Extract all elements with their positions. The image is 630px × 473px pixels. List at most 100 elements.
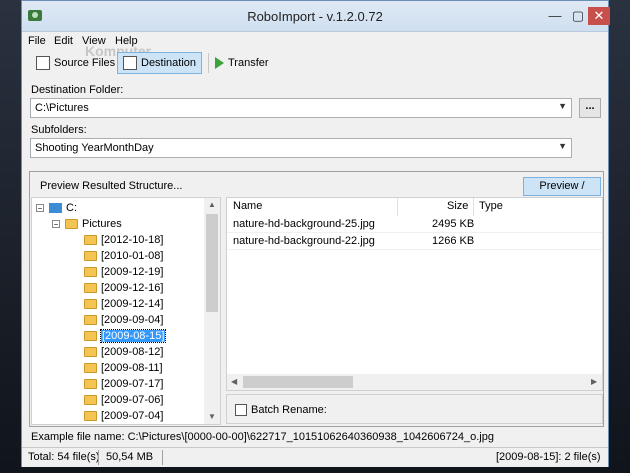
toolbar: Source Files Destination Transfer: [22, 50, 608, 76]
preview-title: Preview Resulted Structure...: [40, 180, 183, 192]
tree-folder-node[interactable]: [2009-07-17]: [84, 376, 163, 391]
transfer-button[interactable]: Transfer: [210, 52, 274, 74]
drive-label: C:: [66, 201, 77, 214]
tree-folder-label: [2009-12-14]: [101, 297, 164, 310]
tree-folder-node[interactable]: [2009-12-16]: [84, 280, 163, 295]
tree-folder-node[interactable]: [2009-12-14]: [84, 296, 163, 311]
status-total-files: Total: 54 file(s): [28, 451, 100, 463]
status-divider: [162, 450, 163, 465]
column-header-name[interactable]: Name: [233, 200, 262, 212]
folder-icon: [84, 250, 97, 261]
folder-icon: [84, 282, 97, 293]
collapse-icon[interactable]: −: [52, 219, 60, 228]
source-files-icon: [36, 56, 50, 70]
folder-icon: [84, 266, 97, 277]
preview-zoom-button[interactable]: Preview / 100%: [523, 177, 601, 209]
column-divider[interactable]: [397, 198, 398, 216]
folder-icon: [84, 346, 97, 357]
folder-icon: [84, 298, 97, 309]
tree-folder-label: [2009-09-04]: [101, 313, 164, 326]
folder-icon: [65, 218, 78, 229]
destination-folder-combo[interactable]: C:\Pictures ▼: [30, 98, 572, 118]
folder-icon: [84, 378, 97, 389]
chevron-down-icon: ▼: [558, 101, 567, 111]
close-button[interactable]: ✕: [588, 7, 610, 25]
tree-folder-node[interactable]: [2009-08-15]: [84, 328, 167, 343]
tree-folder-label: [2009-07-17]: [101, 377, 164, 390]
maximize-button[interactable]: ▢: [567, 7, 589, 25]
destination-button[interactable]: Destination: [117, 52, 203, 74]
drive-icon: [49, 202, 62, 213]
destination-icon: [123, 56, 137, 70]
toolbar-separator: [208, 53, 209, 73]
tree-folder-label: [2009-07-06]: [101, 393, 164, 406]
destination-folder-value: C:\Pictures: [35, 102, 89, 114]
file-name: nature-hd-background-25.jpg: [233, 218, 375, 230]
folder-icon: [84, 410, 97, 421]
tree-folder-node[interactable]: [2009-12-19]: [84, 264, 163, 279]
scroll-right-icon[interactable]: ▶: [591, 377, 597, 386]
tree-drive-node[interactable]: − C:: [36, 200, 77, 215]
tree-folder-node[interactable]: [2009-07-06]: [84, 392, 163, 407]
folder-icon: [84, 362, 97, 373]
tree-pictures-node[interactable]: − Pictures: [52, 216, 122, 231]
preview-panel: Preview Resulted Structure... Preview / …: [29, 171, 604, 427]
column-divider[interactable]: [473, 198, 474, 216]
file-list-hscrollbar[interactable]: ◀ ▶: [227, 374, 602, 390]
menu-edit[interactable]: Edit: [54, 35, 73, 47]
tree-folder-label: [2010-01-08]: [101, 249, 164, 262]
scroll-thumb[interactable]: [243, 376, 353, 388]
batch-rename-checkbox[interactable]: [235, 404, 247, 416]
collapse-icon[interactable]: −: [36, 203, 44, 212]
file-size: 1266 KB: [432, 235, 475, 247]
scroll-left-icon[interactable]: ◀: [231, 377, 237, 386]
tree-folder-node[interactable]: [2009-08-12]: [84, 344, 163, 359]
file-row[interactable]: nature-hd-background-22.jpg 1266 KB: [227, 233, 602, 250]
app-window: RoboImport - v.1.2.0.72 — ▢ ✕ File Edit …: [21, 0, 610, 467]
file-size: 2495 KB: [432, 218, 475, 230]
subfolders-label: Subfolders:: [31, 124, 87, 136]
column-header-size[interactable]: Size: [447, 200, 468, 212]
tree-folder-label: Pictures: [82, 217, 122, 230]
destination-folder-label: Destination Folder:: [31, 84, 124, 96]
scroll-thumb[interactable]: [206, 214, 218, 312]
scroll-down-icon[interactable]: ▼: [208, 412, 216, 421]
source-files-button[interactable]: Source Files: [31, 52, 120, 74]
file-name: nature-hd-background-22.jpg: [233, 235, 375, 247]
menu-file[interactable]: File: [28, 35, 46, 47]
tree-folder-node[interactable]: [2009-08-11]: [84, 360, 163, 375]
transfer-label: Transfer: [228, 57, 269, 69]
tree-folder-label: [2012-10-18]: [101, 233, 164, 246]
tree-folder-label: [2009-08-15]: [99, 328, 167, 343]
batch-rename-label: Batch Rename:: [251, 404, 327, 416]
column-header-type[interactable]: Type: [479, 200, 503, 212]
folder-icon: [84, 234, 97, 245]
source-files-label: Source Files: [54, 57, 116, 69]
batch-rename-bar: Batch Rename:: [226, 394, 603, 424]
tree-folder-node[interactable]: [2012-10-18]: [84, 232, 163, 247]
subfolders-value: Shooting YearMonthDay: [35, 142, 154, 154]
scroll-up-icon[interactable]: ▲: [208, 200, 216, 209]
tree-folder-node[interactable]: [2009-07-04]: [84, 408, 163, 423]
chevron-down-icon: ▼: [558, 141, 567, 151]
status-bar: Total: 54 file(s) 50,54 MB [2009-08-15]:…: [22, 447, 608, 467]
tree-folder-label: [2009-12-16]: [101, 281, 164, 294]
status-selection: [2009-08-15]: 2 file(s): [496, 451, 601, 463]
play-icon: [215, 57, 224, 69]
status-total-size: 50,54 MB: [106, 451, 154, 463]
example-file-name: Example file name: C:\Pictures\[0000-00-…: [31, 431, 494, 443]
window-title: RoboImport - v.1.2.0.72: [247, 9, 383, 24]
folder-tree[interactable]: − C: − Pictures [2012-10-18] [2010-01-08]…: [31, 197, 221, 425]
tree-scrollbar[interactable]: ▲ ▼: [204, 198, 220, 424]
tree-folder-node[interactable]: [2010-01-08]: [84, 248, 163, 263]
file-list[interactable]: Name Size Type nature-hd-background-25.j…: [226, 197, 603, 391]
folder-icon: [84, 394, 97, 405]
tree-folder-node[interactable]: [2009-09-04]: [84, 312, 163, 327]
file-row[interactable]: nature-hd-background-25.jpg 2495 KB: [227, 216, 602, 233]
folder-icon: [84, 330, 97, 341]
browse-button[interactable]: ...: [579, 98, 601, 118]
minimize-button[interactable]: —: [544, 7, 566, 25]
tree-folder-label: [2009-12-19]: [101, 265, 164, 278]
subfolders-combo[interactable]: Shooting YearMonthDay ▼: [30, 138, 572, 158]
status-divider: [98, 450, 99, 465]
